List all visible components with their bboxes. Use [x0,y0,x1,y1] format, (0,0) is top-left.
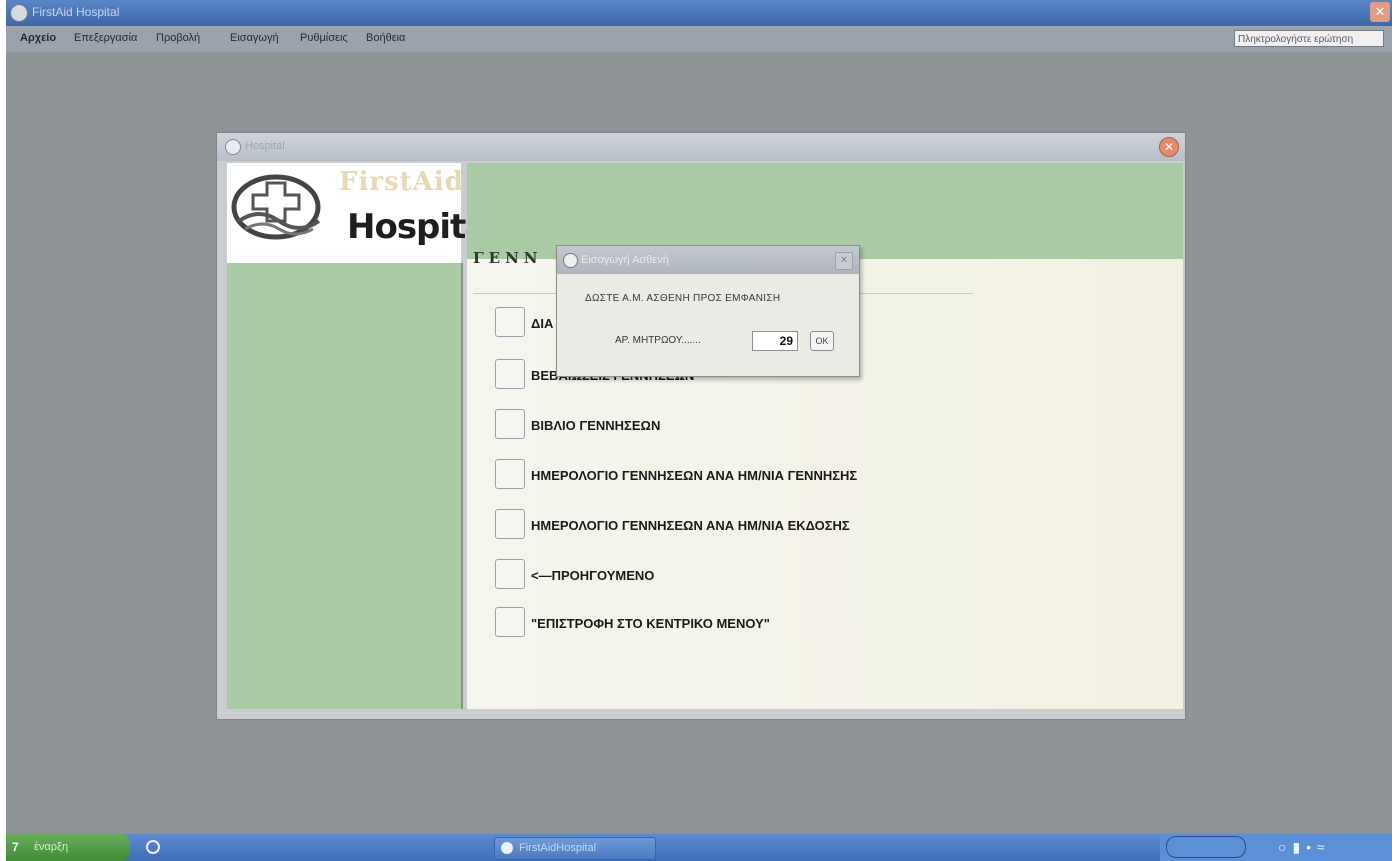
tray-icons[interactable]: ○▮•≈ [1278,839,1331,856]
row-button[interactable] [495,559,525,589]
row-button[interactable] [495,409,525,439]
row-button[interactable] [495,307,525,337]
taskbar-app-button[interactable]: FirstAidHospital [494,837,656,860]
row-button[interactable] [495,607,525,637]
row-button[interactable] [495,359,525,389]
dialog-title: Εισαγωγή Ασθενή [581,254,669,266]
row-label: ΗΜΕΡΟΛΟΓΙΟ ΓΕΝΝΗΣΕΩΝ ΑΝΑ ΗΜ/ΝΙΑ ΓΕΝΝΗΣΗΣ [531,468,858,483]
dialog-prompt: ΔΩΣΤΕ Α.Μ. ΑΣΘΕΝΗ ΠΡΟΣ ΕΜΦΑΝΙΣΗ [585,293,781,304]
app-icon [10,4,28,22]
window-close-button[interactable]: ✕ [1159,137,1179,157]
taskbar-app-icon [501,842,513,854]
taskbar-app-label: FirstAidHospital [519,842,597,854]
hospital-logo: FirstAid Hospital [227,163,499,263]
dialog-titlebar: Εισαγωγή Ασθενή ✕ [557,246,859,274]
start-number: 7 [12,840,19,854]
hospital-window: Hospital ✕ FirstAid Hospital ΓΕΝΝ ΔΙΑ ΒΕ… [216,132,1186,720]
start-label: έναρξη [34,841,69,853]
dialog-icon [563,253,578,268]
window-title: Hospital [245,140,285,152]
menu-edit[interactable]: Επεξεργασία [74,32,137,44]
window-icon [225,139,241,155]
row-label: <—ΠΡΟΗΓΟΥΜΕΝΟ [531,568,655,583]
help-question-box[interactable]: Πληκτρολογήστε ερώτηση [1234,30,1384,47]
registry-number-label: ΑΡ. ΜΗΤΡΩΟΥ....... [615,335,701,346]
system-tray: ○▮•≈ [1160,834,1392,861]
logo-emblem-icon [231,174,321,240]
row-label: ΔΙΑ [531,316,554,331]
taskbar: 7 έναρξη FirstAidHospital ○▮•≈ [6,834,1392,861]
row-label: ΒΙΒΛΙΟ ΓΕΝΝΗΣΕΩΝ [531,418,661,433]
menu-insert[interactable]: Εισαγωγή [230,32,279,44]
row-label: ΗΜΕΡΟΛΟΓΙΟ ΓΕΝΝΗΣΕΩΝ ΑΝΑ ΗΜ/ΝΙΑ ΕΚΔΟΣΗΣ [531,518,850,533]
row-label: "ΕΠΙΣΤΡΟΦΗ ΣΤΟ ΚΕΝΤΡΙΚΟ ΜΕΝΟΥ" [531,616,770,631]
page-heading: ΓΕΝΝ [473,249,543,267]
quicklaunch-icon[interactable] [146,840,160,854]
menu-settings[interactable]: Ρυθμίσεις [300,32,348,44]
ok-button[interactable]: OK [810,331,834,351]
logo-firstaid-text: FirstAid [339,167,464,197]
window-titlebar: Hospital ✕ [217,133,1185,161]
menu-file[interactable]: Αρχείο [20,32,56,44]
app-titlebar: FirstAid Hospital ✕ [6,0,1392,26]
app-menubar: Αρχείο Επεξεργασία Προβολή Εισαγωγή Ρυθμ… [6,26,1392,52]
app-close-button[interactable]: ✕ [1370,2,1390,22]
left-sidebar [227,263,463,709]
app-title: FirstAid Hospital [32,5,120,19]
start-button[interactable]: 7 έναρξη [6,834,130,861]
dialog-close-button[interactable]: ✕ [835,252,853,270]
tray-language-indicator[interactable] [1166,836,1246,858]
menu-help[interactable]: Βοήθεια [366,32,405,44]
menu-view[interactable]: Προβολή [156,32,200,44]
registry-number-input[interactable]: 29 [752,331,798,351]
patient-id-dialog: Εισαγωγή Ασθενή ✕ ΔΩΣΤΕ Α.Μ. ΑΣΘΕΝΗ ΠΡΟΣ… [556,245,860,377]
row-button[interactable] [495,459,525,489]
desktop: FirstAid Hospital ✕ Αρχείο Επεξεργασία Π… [6,0,1392,861]
row-button[interactable] [495,509,525,539]
